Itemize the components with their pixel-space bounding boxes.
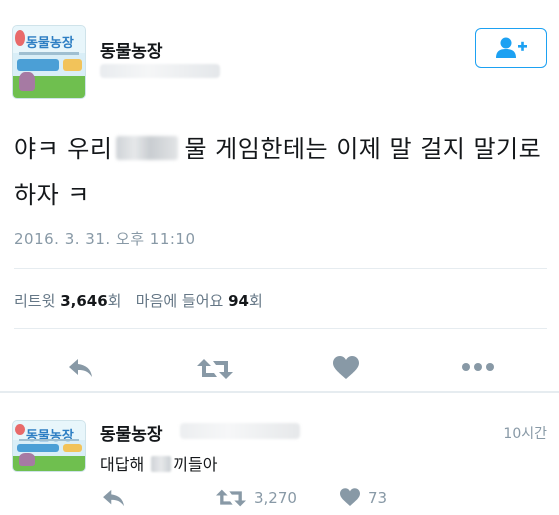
likes-suffix: 회 [249,292,263,310]
divider [14,268,547,269]
reply-text: 대답해 끼들아 [100,451,217,475]
follow-user-plus-icon [496,37,527,58]
reply-blurred-word [151,456,172,472]
likes-label: 마음에 들어요 [135,292,224,310]
timestamp[interactable]: 2016. 3. 31. 오후 11:10 [14,228,196,249]
retweets-suffix: 회 [107,292,122,310]
tweet-text: 야ㅋ 우리 물 게임한테는 이제 말 걸지 말기로 하자 ㅋ [14,126,549,218]
reply-text-part1: 대답해 [100,455,145,474]
display-name[interactable]: 동물농장 [100,37,163,62]
reply-arrow-icon [103,489,124,507]
reply-blurred-handle [180,423,300,439]
reply-text-part2: 끼들아 [173,455,218,474]
retweets-count[interactable]: 3,646 [60,292,107,310]
retweets-label: 리트윗 [14,292,56,310]
reply-like-button[interactable]: 73 [340,488,387,507]
more-dots-icon [462,363,494,371]
blurred-handle [100,64,220,78]
reply-button[interactable] [68,357,94,379]
reply-display-name[interactable]: 동물농장 [100,420,163,445]
heart-icon [340,488,360,506]
tweet-text-part1: 야ㅋ 우리 [14,135,113,163]
follow-button[interactable] [475,28,547,68]
retweet-icon [216,489,246,507]
retweet-icon [197,359,233,379]
likes-count[interactable]: 94 [228,292,249,310]
avatar[interactable]: 동물농장 [12,25,86,99]
reply-like-count: 73 [368,488,388,507]
reply-time[interactable]: 10시간 [503,423,547,443]
reply-retweet-button[interactable]: 3,270 [216,488,297,508]
reply-avatar[interactable]: 동물농장 [12,420,86,472]
main-tweet: 동물농장 동물농장 야ㅋ 우리 물 게임한테는 이제 말 걸지 말기로 하자 ㅋ … [0,0,559,391]
heart-icon [333,356,359,379]
more-button[interactable] [462,362,494,372]
reply-retweet-count: 3,270 [254,489,297,507]
retweet-button[interactable] [197,357,233,381]
reply-reply-button[interactable] [102,488,126,508]
like-button[interactable] [333,356,359,380]
section-separator [0,391,559,393]
reply-avatar-title: 동물농장 [25,429,74,444]
avatar-title: 동물농장 [25,35,74,51]
reply-arrow-icon [69,359,92,377]
tweet-stats: 리트윗 3,646회 마음에 들어요 94회 [14,290,263,311]
divider [14,328,547,329]
blurred-word [116,136,179,160]
